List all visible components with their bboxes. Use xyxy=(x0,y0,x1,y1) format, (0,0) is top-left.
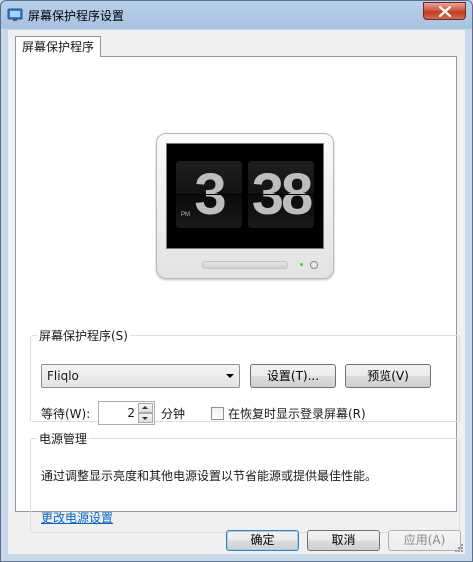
wait-label: 等待(W): xyxy=(41,407,91,421)
tab-panel: 3 PM 38 屏幕保护程序(S) Fliqlo 设置(T)... 预览(V) … xyxy=(15,56,460,533)
flip-divider xyxy=(176,194,242,195)
resume-logon-checkbox[interactable] xyxy=(211,407,224,420)
flip-card-minute: 38 xyxy=(248,161,314,228)
preview-button[interactable]: 预览(V) xyxy=(345,364,431,388)
screensaver-selected-value: Fliqlo xyxy=(47,369,79,383)
flip-card-hour: 3 PM xyxy=(176,161,242,228)
resize-grip-icon[interactable] xyxy=(453,542,463,552)
screensaver-select[interactable]: Fliqlo xyxy=(41,364,240,388)
power-led-icon xyxy=(300,263,303,266)
title-bar[interactable]: 屏幕保护程序设置 xyxy=(1,1,472,29)
monitor-preview: 3 PM 38 xyxy=(156,133,334,279)
window-title: 屏幕保护程序设置 xyxy=(28,9,125,23)
monitor-bezel-bar xyxy=(202,261,288,269)
change-power-settings-link[interactable]: 更改电源设置 xyxy=(41,509,113,526)
monitor-power-icon xyxy=(310,261,318,269)
settings-button[interactable]: 设置(T)... xyxy=(250,364,336,388)
ok-button[interactable]: 确定 xyxy=(226,530,299,551)
power-description: 通过调整显示亮度和其他电源设置以节省能源或提供最佳性能。 xyxy=(41,469,378,483)
close-icon xyxy=(438,6,452,17)
screensaver-group: 屏幕保护程序(S) Fliqlo 设置(T)... 预览(V) 等待(W): 2… xyxy=(30,327,460,425)
screensaver-app-icon xyxy=(7,8,23,21)
flip-divider xyxy=(248,194,314,195)
screensaver-settings-window: 屏幕保护程序设置 屏幕保护程序 3 PM 38 屏幕保护程序(S) Fliqlo… xyxy=(0,0,473,562)
screensaver-group-label: 屏幕保护程序(S) xyxy=(39,329,128,343)
resume-logon-label[interactable]: 在恢复时显示登录屏幕(R) xyxy=(228,405,366,422)
wait-minutes-stepper[interactable]: 2 xyxy=(98,401,155,425)
wait-minutes-value: 2 xyxy=(127,406,135,420)
power-management-group: 电源管理 通过调整显示亮度和其他电源设置以节省能源或提供最佳性能。 更改电源设置 xyxy=(30,430,460,533)
preview-screen: 3 PM 38 xyxy=(166,143,324,249)
close-button[interactable] xyxy=(423,2,466,20)
ampm-indicator: PM xyxy=(181,212,190,218)
power-group-label: 电源管理 xyxy=(39,432,88,446)
tab-screensaver[interactable]: 屏幕保护程序 xyxy=(15,36,101,57)
minutes-label: 分钟 xyxy=(161,407,186,421)
spin-down-icon[interactable] xyxy=(138,413,153,423)
cancel-button[interactable]: 取消 xyxy=(307,530,380,551)
spin-up-icon[interactable] xyxy=(138,403,153,413)
dialog-client-area: 屏幕保护程序 3 PM 38 屏幕保护程序(S) Fliqlo 设置(T)...… xyxy=(8,30,465,554)
chevron-down-icon xyxy=(226,374,234,378)
apply-button[interactable]: 应用(A) xyxy=(388,530,461,551)
